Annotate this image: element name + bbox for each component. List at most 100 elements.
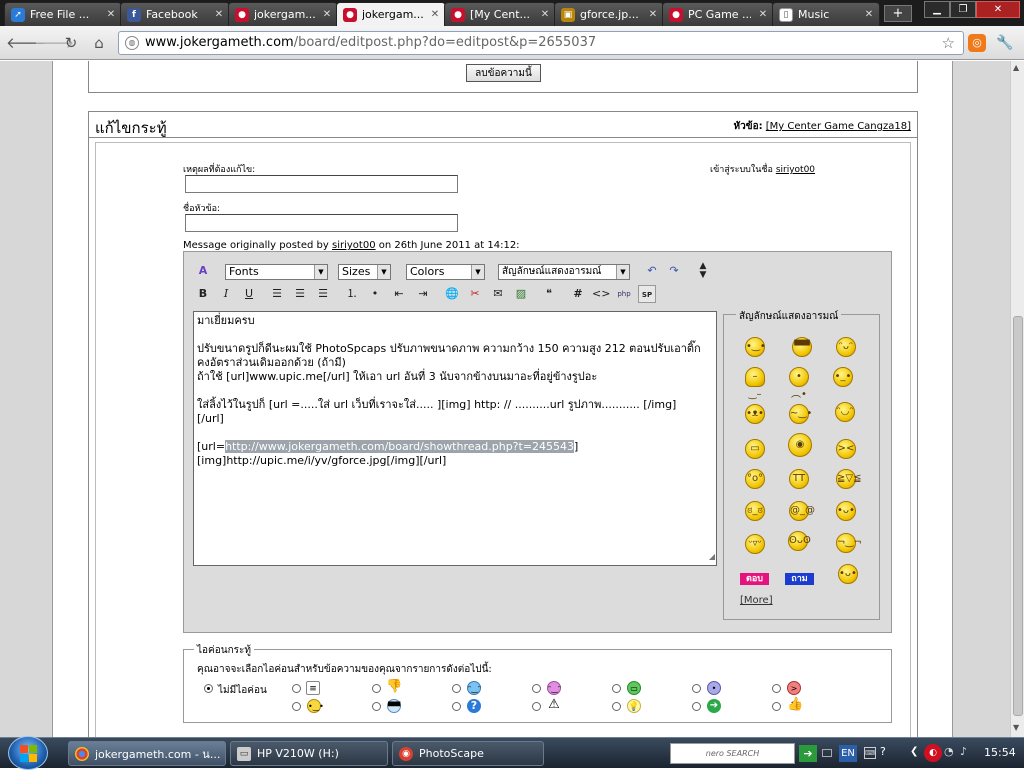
delete-post-button[interactable]: ลบข้อความนี้ bbox=[466, 64, 541, 82]
cool-smiley-icon[interactable]: ▀▀ bbox=[792, 337, 812, 357]
subject-input[interactable] bbox=[185, 214, 458, 232]
minimize-button[interactable]: ▁ bbox=[924, 1, 950, 18]
search-go-icon[interactable]: ➔ bbox=[799, 745, 817, 762]
code-hash-icon[interactable]: # bbox=[569, 285, 587, 303]
restore-button[interactable]: ❐ bbox=[950, 1, 976, 18]
spoiler-icon[interactable]: SP bbox=[638, 285, 656, 303]
blank-smiley-icon[interactable]: •_• bbox=[833, 367, 853, 387]
laughing-smiley-icon[interactable]: ≧▽≦ bbox=[836, 469, 861, 489]
keyboard-icon[interactable]: ⌨ bbox=[864, 747, 876, 759]
align-right-icon[interactable]: ☰ bbox=[314, 285, 332, 303]
happy-smiley-icon[interactable]: ᵔᴗᵔ bbox=[836, 337, 856, 357]
wrench-icon[interactable]: 🔧 bbox=[996, 34, 1014, 52]
tab-facebook[interactable]: f Facebook ✕ bbox=[120, 2, 230, 26]
reload-icon[interactable]: ↻ bbox=[62, 34, 80, 52]
answer-tag-image[interactable]: ตอบ bbox=[740, 573, 769, 585]
reason-input[interactable] bbox=[185, 175, 458, 193]
nero-search-box[interactable]: nero SEARCH bbox=[670, 743, 795, 764]
home-icon[interactable]: ⌂ bbox=[90, 34, 108, 52]
insert-image-icon[interactable]: ▨ bbox=[512, 285, 530, 303]
close-window-button[interactable]: ✕ bbox=[976, 1, 1020, 18]
tab-music[interactable]: ▯ Music ✕ bbox=[772, 2, 880, 26]
thinking-smiley-icon[interactable]: ¬‿¬ bbox=[836, 533, 862, 553]
remove-format-icon[interactable]: A bbox=[194, 262, 212, 280]
desktop-toolbar-icon[interactable] bbox=[822, 749, 832, 757]
forward-icon[interactable]: 🡒 bbox=[34, 34, 74, 52]
php-code-icon[interactable]: php bbox=[615, 285, 633, 303]
post-icon-radio[interactable] bbox=[772, 702, 781, 711]
tab-gforce[interactable]: ▣ gforce.jp... ✕ bbox=[554, 2, 664, 26]
post-icon-radio[interactable] bbox=[452, 702, 461, 711]
scrollbar-thumb[interactable] bbox=[1013, 316, 1023, 716]
ask-tag-image[interactable]: ถาม bbox=[785, 573, 814, 585]
align-left-icon[interactable]: ☰ bbox=[268, 285, 286, 303]
smilies-select[interactable]: สัญลักษณ์แสดงอารมณ์ ▼ bbox=[498, 264, 630, 280]
close-icon[interactable]: ✕ bbox=[756, 9, 770, 20]
shocked-smiley-icon[interactable]: °o° bbox=[745, 469, 765, 489]
tray-expand-icon[interactable]: ❮ bbox=[910, 746, 918, 757]
colors-select[interactable]: Colors ▼ bbox=[406, 264, 485, 280]
tab-pc-game[interactable]: ● PC Game ... ✕ bbox=[662, 2, 774, 26]
post-icon-radio[interactable] bbox=[532, 684, 541, 693]
close-icon[interactable]: ✕ bbox=[320, 9, 334, 20]
close-icon[interactable]: ✕ bbox=[538, 9, 552, 20]
evil-grin-smiley-icon[interactable]: ᵕ▿ᵕ bbox=[745, 534, 765, 554]
taskbar-item-photoscape[interactable]: ◉ PhotoScape bbox=[392, 741, 544, 766]
align-center-icon[interactable]: ☰ bbox=[291, 285, 309, 303]
sizes-select[interactable]: Sizes ▼ bbox=[338, 264, 391, 280]
post-icon-radio[interactable] bbox=[292, 684, 301, 693]
extension-icon[interactable]: ◎ bbox=[968, 34, 986, 52]
insert-link-icon[interactable]: 🌐 bbox=[443, 285, 461, 303]
close-icon[interactable]: ✕ bbox=[646, 9, 660, 20]
scroll-down-icon[interactable]: ▼ bbox=[1013, 723, 1019, 732]
more-smilies-link[interactable]: [More] bbox=[740, 595, 773, 606]
close-icon[interactable]: ✕ bbox=[212, 9, 226, 20]
crying-smiley-icon[interactable]: ТТ bbox=[789, 469, 809, 489]
fonts-select[interactable]: Fonts ▼ bbox=[225, 264, 328, 280]
close-icon[interactable]: ✕ bbox=[428, 9, 442, 20]
dizzy-smiley-icon[interactable]: @_@ bbox=[789, 501, 815, 521]
quote-user-link[interactable]: siriyot00 bbox=[332, 240, 376, 251]
tongue-smiley-icon[interactable]: •ᴥ• bbox=[745, 404, 765, 424]
clapping-smiley-icon[interactable]: ʘᴗʘ bbox=[788, 531, 811, 551]
indent-icon[interactable]: ⇥ bbox=[414, 285, 432, 303]
network-tray-icon[interactable]: ◔ bbox=[944, 745, 954, 758]
language-indicator[interactable]: EN bbox=[839, 745, 857, 762]
insert-email-icon[interactable]: ✉ bbox=[489, 285, 507, 303]
antivirus-tray-icon[interactable]: ◐ bbox=[924, 744, 942, 762]
quote-icon[interactable]: ❝ bbox=[540, 285, 558, 303]
tease-smiley-icon[interactable]: •ᴗ• bbox=[836, 501, 856, 521]
smile-icon[interactable]: •‿• bbox=[745, 337, 766, 357]
confused-smiley-icon[interactable]: ಠ_ಠ bbox=[745, 501, 765, 521]
angry-smiley-icon[interactable]: >< bbox=[836, 439, 856, 459]
peeking-smiley-icon[interactable]: •ᴗ• bbox=[838, 564, 858, 584]
message-textarea[interactable]: มาเยี่ยมครบ ปรับขนาดรูปก็ดีนะผมใช้ Photo… bbox=[193, 311, 717, 566]
page-scrollbar[interactable]: ▲ ▼ bbox=[1010, 61, 1024, 737]
no-icon-radio[interactable] bbox=[204, 684, 213, 693]
clock[interactable]: 15:54 bbox=[984, 746, 1016, 759]
help-icon[interactable]: ? bbox=[880, 745, 886, 758]
post-icon-radio[interactable] bbox=[612, 702, 621, 711]
post-icon-radio[interactable] bbox=[372, 702, 381, 711]
bookmark-star-icon[interactable]: ☆ bbox=[942, 32, 955, 54]
undo-icon[interactable]: ↶ bbox=[643, 262, 661, 280]
close-icon[interactable]: ✕ bbox=[104, 9, 118, 20]
unordered-list-icon[interactable]: • bbox=[366, 285, 384, 303]
shout-smiley-icon[interactable]: ◉ bbox=[788, 433, 812, 457]
wink-smiley-icon[interactable]: ~‿• bbox=[789, 404, 812, 424]
post-icon-radio[interactable] bbox=[452, 684, 461, 693]
outdent-icon[interactable]: ⇤ bbox=[390, 285, 408, 303]
username-link[interactable]: siriyot00 bbox=[776, 165, 815, 175]
start-button[interactable] bbox=[8, 736, 48, 770]
remove-link-icon[interactable]: ✂ bbox=[466, 285, 484, 303]
thread-link[interactable]: [My Center Game Cangza18] bbox=[766, 121, 911, 132]
tab-free-file[interactable]: ➚ Free File ... ✕ bbox=[4, 2, 122, 26]
new-tab-button[interactable]: + bbox=[884, 5, 912, 22]
scroll-up-icon[interactable]: ▲ bbox=[1013, 63, 1019, 72]
volume-icon[interactable]: ♪ bbox=[960, 745, 967, 758]
tab-jokergameth-1[interactable]: ● jokergam... ✕ bbox=[228, 2, 338, 26]
resize-icon[interactable]: ▲ ▼ bbox=[694, 262, 712, 280]
bold-icon[interactable]: B bbox=[194, 285, 212, 303]
redo-icon[interactable]: ↷ bbox=[665, 262, 683, 280]
post-icon-radio[interactable] bbox=[532, 702, 541, 711]
